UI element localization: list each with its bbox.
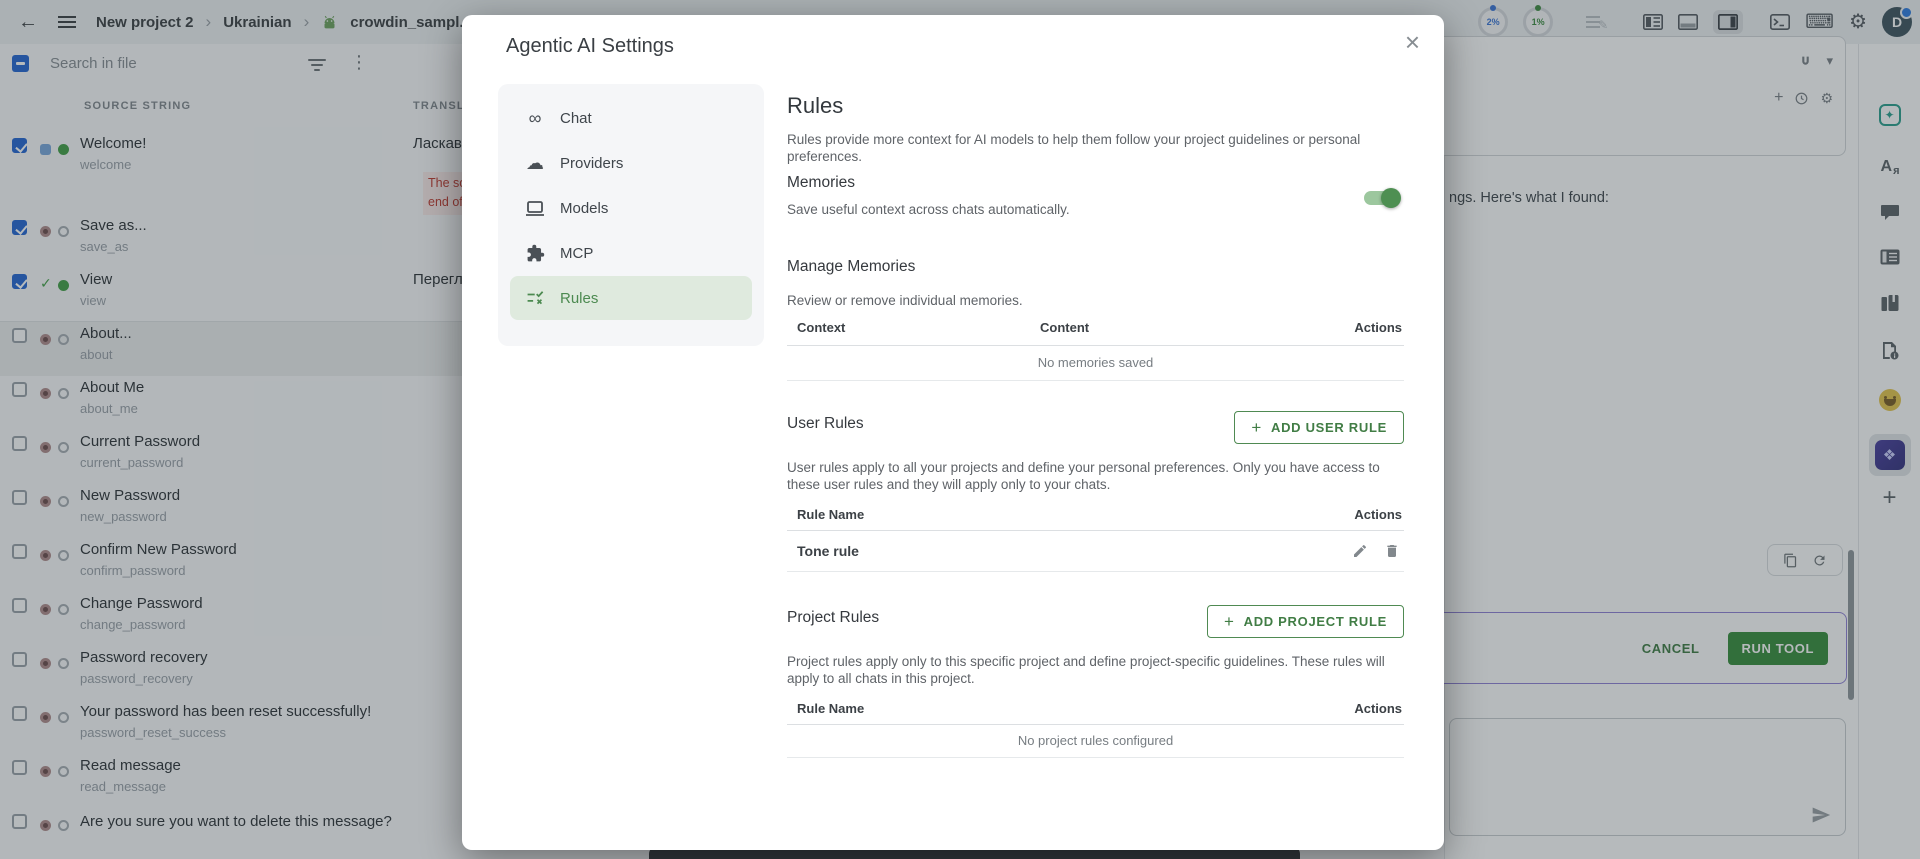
nav-item-mcp[interactable]: MCP <box>510 231 752 275</box>
divider <box>787 757 1404 758</box>
page-description: Rules provide more context for AI models… <box>787 131 1404 165</box>
laptop-icon <box>524 200 546 217</box>
column-content: Content <box>1040 320 1089 335</box>
nav-label: Rules <box>560 290 598 307</box>
memories-heading: Memories <box>787 174 855 192</box>
memories-description: Save useful context across chats automat… <box>787 201 1070 218</box>
page-title: Rules <box>787 93 843 119</box>
column-rule-name: Rule Name <box>797 701 864 716</box>
add-user-rule-button[interactable]: + ADD USER RULE <box>1234 411 1404 444</box>
nav-item-providers[interactable]: ☁ Providers <box>510 141 752 185</box>
close-icon[interactable]: × <box>1405 29 1420 55</box>
divider <box>787 380 1404 381</box>
manage-memories-description: Review or remove individual memories. <box>787 292 1023 309</box>
nav-item-models[interactable]: Models <box>510 186 752 230</box>
agentic-ai-settings-modal: Agentic AI Settings × ∞ Chat ☁ Providers… <box>462 15 1444 850</box>
puzzle-icon <box>524 244 546 263</box>
button-label: ADD PROJECT RULE <box>1244 614 1387 629</box>
project-rules-description: Project rules apply only to this specifi… <box>787 653 1404 687</box>
user-rules-heading: User Rules <box>787 415 864 433</box>
rules-settings-content: Rules Rules provide more context for AI … <box>787 15 1404 850</box>
user-rules-description: User rules apply to all your projects an… <box>787 459 1404 493</box>
cloud-icon: ☁ <box>524 153 546 174</box>
divider <box>787 530 1404 531</box>
rule-name: Tone rule <box>797 543 859 559</box>
add-project-rule-button[interactable]: + ADD PROJECT RULE <box>1207 605 1404 638</box>
memories-toggle[interactable] <box>1364 191 1398 205</box>
memories-table-header: Context Content Actions <box>787 320 1404 338</box>
nav-item-chat[interactable]: ∞ Chat <box>510 96 752 140</box>
nav-label: Providers <box>560 155 623 172</box>
settings-nav: ∞ Chat ☁ Providers Models MCP <box>498 84 764 346</box>
project-rules-table-header: Rule Name Actions <box>787 701 1404 719</box>
project-rules-empty-state: No project rules configured <box>787 733 1404 748</box>
nav-label: Models <box>560 200 608 217</box>
nav-item-rules[interactable]: Rules <box>510 276 752 320</box>
rule-actions <box>1352 543 1400 559</box>
divider <box>787 345 1404 346</box>
user-rules-table-header: Rule Name Actions <box>787 507 1404 525</box>
column-context: Context <box>797 320 845 335</box>
crowdin-editor-screen: ← New project 2 › Ukrainian › crowdin_sa… <box>0 0 1920 859</box>
column-actions: Actions <box>1354 701 1402 716</box>
plus-icon: + <box>1224 612 1235 632</box>
nav-label: MCP <box>560 245 593 262</box>
column-rule-name: Rule Name <box>797 507 864 522</box>
modal-title: Agentic AI Settings <box>506 35 674 58</box>
delete-trash-icon[interactable] <box>1384 543 1400 559</box>
edit-pencil-icon[interactable] <box>1352 543 1368 559</box>
manage-memories-heading: Manage Memories <box>787 258 915 276</box>
button-label: ADD USER RULE <box>1271 420 1387 435</box>
infinity-icon: ∞ <box>524 108 546 129</box>
column-actions: Actions <box>1354 507 1402 522</box>
divider <box>787 571 1404 572</box>
memories-empty-state: No memories saved <box>787 355 1404 370</box>
plus-icon: + <box>1251 418 1262 438</box>
column-actions: Actions <box>1354 320 1402 335</box>
toggle-knob <box>1381 188 1401 208</box>
project-rules-heading: Project Rules <box>787 609 879 627</box>
user-rule-row: Tone rule <box>787 535 1404 571</box>
rules-checklist-icon <box>524 289 546 308</box>
nav-label: Chat <box>560 110 592 127</box>
divider <box>787 724 1404 725</box>
